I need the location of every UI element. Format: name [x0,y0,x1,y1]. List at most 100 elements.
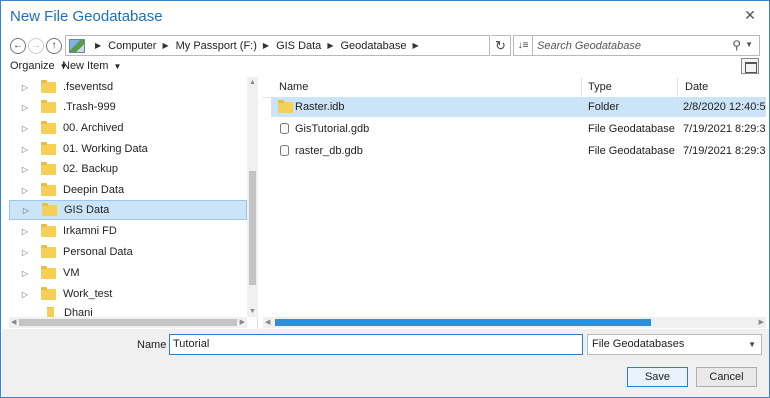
geodatabase-icon [280,123,289,134]
breadcrumb-computer[interactable]: Computer [108,40,156,52]
expand-icon[interactable]: ▷ [9,103,41,112]
new-item-label: New Item [62,60,109,72]
chevron-right-icon: ▶ [262,41,270,50]
column-header-name[interactable]: Name [279,81,308,93]
breadcrumb-geodatabase[interactable]: Geodatabase [340,40,406,52]
search-input[interactable] [533,36,723,55]
tree-item-personal-data[interactable]: ▷ Personal Data [9,242,247,262]
search-box: ⚲ ▼ [533,35,760,56]
column-header-date[interactable]: Date [685,81,708,93]
file-name: GisTutorial.gdb [295,123,370,135]
tree-item-working-data[interactable]: ▷ 01. Working Data [9,139,247,159]
folder-icon [42,202,57,216]
folder-icon [41,286,56,300]
cancel-button[interactable]: Cancel [696,367,757,387]
file-type: File Geodatabase [588,123,675,135]
search-icon[interactable]: ⚲ [732,38,741,52]
expand-icon[interactable]: ▷ [9,165,41,174]
file-row-raster-db-gdb[interactable]: raster_db.gdb File Geodatabase 7/19/2021… [271,141,766,161]
view-layout-icon[interactable] [741,58,759,74]
forward-arrow-icon[interactable]: → [28,38,44,54]
expand-icon[interactable]: ▷ [9,227,41,236]
file-list-header: Name Type Date [263,77,766,98]
chevron-right-icon: ▶ [162,41,169,50]
tree-item-label: Deepin Data [63,184,125,196]
scrollbar-thumb[interactable] [275,319,651,326]
tree-item-label: 02. Backup [63,163,119,175]
close-icon[interactable]: ✕ [741,6,759,24]
folder-tree: ▷ .fseventsd ▷ .Trash-999 ▷ 00. Archived ▷ 0… [9,77,258,329]
sort-icon[interactable]: ↓≡ [513,35,533,56]
expand-icon[interactable]: ▷ [9,290,41,299]
tree-item-label: VM [63,267,80,279]
name-field[interactable]: Tutorial [169,334,583,355]
file-row-gistutorial-gdb[interactable]: GisTutorial.gdb File Geodatabase 7/19/20… [271,119,766,139]
breadcrumb-drive[interactable]: My Passport (F:) [176,40,257,52]
folder-icon [41,182,56,196]
chevron-down-icon: ▼ [113,62,122,71]
tree-horizontal-scrollbar[interactable]: ◀ ▶ [9,317,247,328]
breadcrumb-gis-data[interactable]: GIS Data [276,40,321,52]
file-date: 7/19/2021 8:29:36 [683,145,766,157]
expand-icon[interactable]: ▷ [9,124,41,133]
new-item-menu[interactable]: New Item ▼ [62,60,121,72]
tree-item-label: .Trash-999 [63,101,116,113]
expand-icon[interactable]: ▷ [9,186,41,195]
scrollbar-thumb[interactable] [19,319,237,326]
chevron-right-icon: ▶ [412,41,419,50]
refresh-icon[interactable]: ↻ [491,35,511,56]
save-button[interactable]: Save [627,367,688,387]
folder-icon [278,100,293,113]
back-arrow-icon[interactable]: ← [10,38,26,54]
tree-item-work-test[interactable]: ▷ Work_test [9,284,247,304]
chevron-down-icon[interactable]: ▼ [745,40,753,49]
scroll-left-icon[interactable]: ◀ [11,318,16,326]
folder-icon [41,265,56,279]
tree-item-label: Work_test [63,288,113,300]
up-arrow-icon[interactable]: ↑ [46,38,62,54]
organize-menu[interactable]: Organize ▼ [10,60,68,72]
folder-icon [41,120,56,134]
geodatabase-icon [280,145,289,156]
tree-item-deepin-data[interactable]: ▷ Deepin Data [9,180,247,200]
tree-item-label: 00. Archived [63,122,124,134]
tree-item-backup[interactable]: ▷ 02. Backup [9,159,247,179]
tree-item-irkamni-fd[interactable]: ▷ Irkamni FD [9,221,247,241]
folder-icon [41,161,56,175]
name-label: Name [137,339,167,351]
expand-icon[interactable]: ▷ [9,269,41,278]
dialog-title: New File Geodatabase [10,8,163,25]
file-type: File Geodatabase [588,145,675,157]
scroll-down-icon[interactable]: ▼ [249,308,256,315]
address-bar[interactable]: ▶ Computer ▶ My Passport (F:) ▶ GIS Data… [65,35,490,56]
tree-vertical-scrollbar[interactable]: ▲ ▼ [247,77,258,317]
file-type-select[interactable]: File Geodatabases ▼ [587,334,762,355]
expand-icon[interactable]: ▷ [9,83,41,92]
list-horizontal-scrollbar[interactable]: ◀ ▶ [263,317,766,328]
folder-icon [41,244,56,258]
expand-icon[interactable]: ▷ [9,145,41,154]
folder-icon [41,141,56,155]
scroll-right-icon[interactable]: ▶ [759,318,764,326]
scroll-right-icon[interactable]: ▶ [240,318,245,326]
scroll-up-icon[interactable]: ▲ [249,79,256,86]
computer-icon [69,38,85,53]
expand-icon[interactable]: ▷ [10,206,42,215]
new-file-geodatabase-dialog: New File Geodatabase ✕ ← → ↑ ▶ Computer … [0,0,770,398]
chevron-down-icon: ▼ [748,340,756,349]
tree-item-fseventsd[interactable]: ▷ .fseventsd [9,77,247,97]
file-type-value: File Geodatabases [592,338,685,350]
expand-icon[interactable]: ▷ [9,248,41,257]
organize-label: Organize [10,60,55,72]
column-header-type[interactable]: Type [588,81,612,93]
tree-item-trash[interactable]: ▷ .Trash-999 [9,97,247,117]
file-date: 2/8/2020 12:40:59 [683,101,766,113]
tree-item-archived[interactable]: ▷ 00. Archived [9,118,247,138]
file-row-raster-idb[interactable]: Raster.idb Folder 2/8/2020 12:40:59 [271,97,766,117]
tree-item-label: Irkamni FD [63,225,117,237]
tree-item-gis-data[interactable]: ▷ GIS Data [9,200,247,220]
scroll-left-icon[interactable]: ◀ [265,318,270,326]
tree-item-vm[interactable]: ▷ VM [9,263,247,283]
file-name: raster_db.gdb [295,145,363,157]
scrollbar-thumb[interactable] [249,171,256,285]
